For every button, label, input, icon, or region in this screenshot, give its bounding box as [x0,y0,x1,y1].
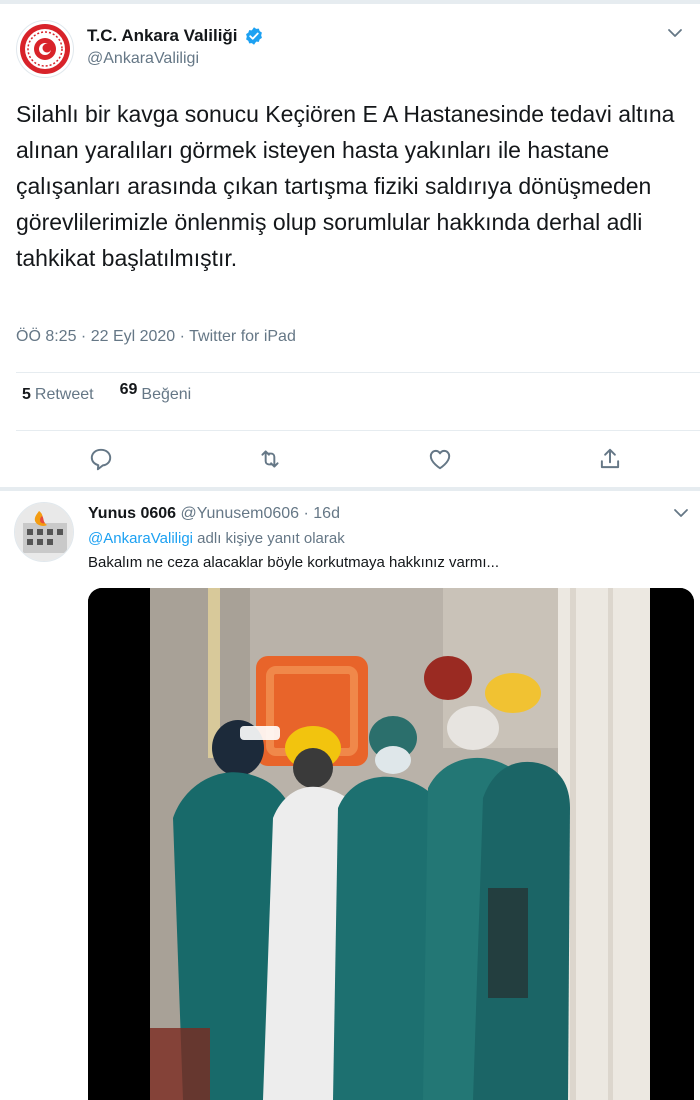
engagement-stats: 5 Retweet 69 Beğeni [22,381,192,404]
chevron-down-icon[interactable] [672,504,690,522]
tweet-timestamp[interactable]: ÖÖ 8:25 · 22 Eyl 2020 · Twitter for iPad [16,328,296,346]
reply-author-handle[interactable]: @Yunusem0606 [181,505,300,522]
section-separator [0,487,700,491]
like-icon[interactable] [427,446,453,472]
avatar[interactable] [16,20,74,78]
video-frame-image [88,588,694,1100]
like-count: 69 [119,381,138,398]
retweet-label: Retweet [34,386,94,403]
tweet-text: Silahlı bir kavga sonucu Keçiören E A Ha… [16,101,675,271]
reply-mention-link[interactable]: @AnkaraValiligi [88,530,193,547]
reply-header: Yunus 0606 @Yunusem0606 · 16d [88,505,340,523]
retweet-stat[interactable]: 5 Retweet [22,386,94,404]
top-separator [0,0,700,4]
replying-to: @AnkaraValiligi adlı kişiye yanıt olarak [88,530,345,547]
divider [16,372,700,373]
verified-badge-icon [245,27,262,45]
retweet-count: 5 [22,386,31,403]
ankara-governorship-logo-icon [20,24,70,74]
author-name[interactable]: T.C. Ankara Valiliği [87,26,264,46]
author-name-text: T.C. Ankara Valiliği [87,26,238,45]
reply-avatar-image [15,503,73,561]
reply-icon[interactable] [88,446,114,472]
like-stat[interactable]: 69 Beğeni [120,381,192,404]
author-handle[interactable]: @AnkaraValiligi [87,50,199,68]
reply-to-label: adlı kişiye yanıt olarak [197,530,345,547]
retweet-icon[interactable] [257,446,283,472]
share-icon[interactable] [597,446,623,472]
reply-dot: · [303,505,309,522]
reply-time[interactable]: 16d [313,505,340,522]
reply-avatar[interactable] [14,502,74,562]
like-label: Beğeni [141,386,192,403]
reply-author-name[interactable]: Yunus 0606 [88,505,176,522]
chevron-down-icon[interactable] [666,24,684,42]
divider [16,430,700,431]
video-thumbnail[interactable] [88,588,694,1100]
tweet-actions [0,446,700,476]
reply-text: Bakalım ne ceza alacaklar böyle korkutma… [88,554,500,571]
